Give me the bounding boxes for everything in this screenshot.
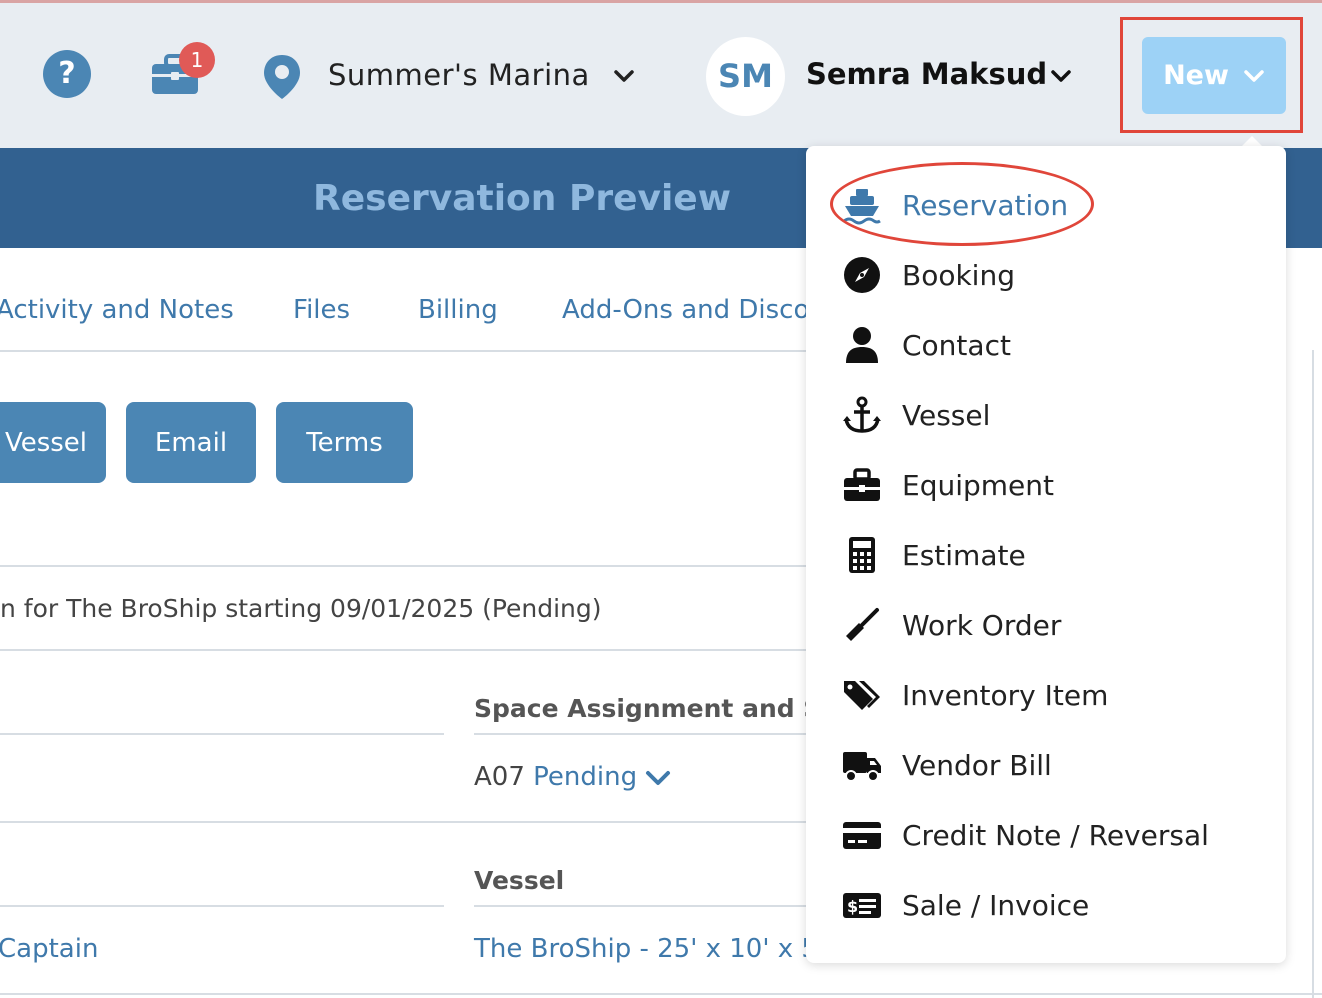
chevron-down-icon[interactable] — [645, 768, 671, 788]
notification-badge: 1 — [179, 42, 215, 78]
tags-icon — [842, 675, 882, 715]
menu-item-label: Vendor Bill — [902, 748, 1052, 782]
tab-activity-and-notes[interactable]: Activity and Notes — [0, 295, 234, 325]
tab-add-ons-and-discounts[interactable]: Add-Ons and Disco — [562, 295, 809, 325]
new-button-label: New — [1163, 60, 1229, 91]
user-icon — [842, 325, 882, 365]
divider — [0, 565, 806, 567]
chevron-down-icon[interactable] — [612, 66, 636, 86]
space-assignment-heading: Space Assignment and Sta — [474, 694, 851, 723]
reservation-summary: n for The BroShip starting 09/01/2025 (P… — [0, 594, 602, 623]
menu-item-vendor-bill[interactable]: Vendor Bill — [842, 740, 1052, 790]
credit-card-icon — [842, 815, 882, 855]
terms-button[interactable]: Terms — [276, 402, 413, 483]
menu-item-label: Booking — [902, 258, 1015, 292]
menu-item-label: Equipment — [902, 468, 1054, 502]
chevron-down-icon[interactable] — [1049, 66, 1073, 86]
menu-item-work-order[interactable]: Work Order — [842, 600, 1061, 650]
new-button[interactable]: New — [1142, 37, 1286, 114]
svg-text:$: $ — [847, 897, 858, 916]
menu-item-label: Vessel — [902, 398, 991, 432]
truck-icon — [842, 745, 882, 785]
money-bill-icon: $ — [842, 885, 882, 925]
space-assignment-value: A07 Pending — [474, 762, 671, 792]
divider — [0, 993, 1322, 995]
user-menu[interactable]: Semra Maksud — [806, 57, 1047, 91]
menu-item-contact[interactable]: Contact — [842, 320, 1011, 370]
panel-border — [1312, 350, 1314, 998]
menu-item-equipment[interactable]: Equipment — [842, 460, 1054, 510]
toolbox-icon — [842, 465, 882, 505]
location-pin-icon — [264, 55, 300, 99]
menu-item-estimate[interactable]: Estimate — [842, 530, 1026, 580]
avatar[interactable]: SM — [706, 37, 785, 116]
divider — [0, 649, 806, 651]
calculator-icon — [842, 535, 882, 575]
menu-item-label: Sale / Invoice — [902, 888, 1090, 922]
marina-selector[interactable]: Summer's Marina — [328, 58, 590, 92]
tab-files[interactable]: Files — [293, 295, 350, 325]
vessel-link[interactable]: The BroShip - 25' x 10' x 5 — [474, 934, 818, 964]
divider — [474, 905, 806, 907]
contact-role-link[interactable]: Captain — [0, 934, 98, 964]
compass-icon — [842, 255, 882, 295]
menu-item-label: Credit Note / Reversal — [902, 818, 1209, 852]
menu-item-label: Work Order — [902, 608, 1062, 642]
menu-item-label: Estimate — [902, 538, 1026, 572]
page-title: Reservation Preview — [313, 178, 731, 219]
tab-billing[interactable]: Billing — [418, 295, 498, 325]
menu-item-booking[interactable]: Booking — [842, 250, 1015, 300]
space-code: A07 — [474, 762, 525, 792]
menu-item-inventory-item[interactable]: Inventory Item — [842, 670, 1108, 720]
anchor-icon — [842, 395, 882, 435]
screwdriver-icon — [842, 605, 882, 645]
email-button[interactable]: Email — [126, 402, 256, 483]
chevron-down-icon — [1244, 69, 1264, 82]
vessel-heading: Vessel — [474, 866, 565, 895]
vessel-button[interactable]: Vessel — [0, 402, 106, 483]
divider — [0, 821, 806, 823]
reservation-highlight — [830, 162, 1094, 246]
divider — [0, 733, 444, 735]
menu-item-label: Contact — [902, 328, 1011, 362]
divider — [0, 905, 444, 907]
menu-item-label: Inventory Item — [902, 678, 1109, 712]
menu-item-vessel[interactable]: Vessel — [842, 390, 990, 440]
menu-item-credit-note[interactable]: Credit Note / Reversal — [842, 810, 1209, 860]
new-dropdown-menu: Reservation Booking Contact Vessel Equip… — [806, 146, 1286, 963]
menu-item-sale-invoice[interactable]: $ Sale / Invoice — [842, 880, 1089, 930]
help-icon[interactable]: ? — [43, 50, 91, 98]
divider — [474, 733, 806, 735]
space-status-dropdown[interactable]: Pending — [533, 762, 637, 792]
